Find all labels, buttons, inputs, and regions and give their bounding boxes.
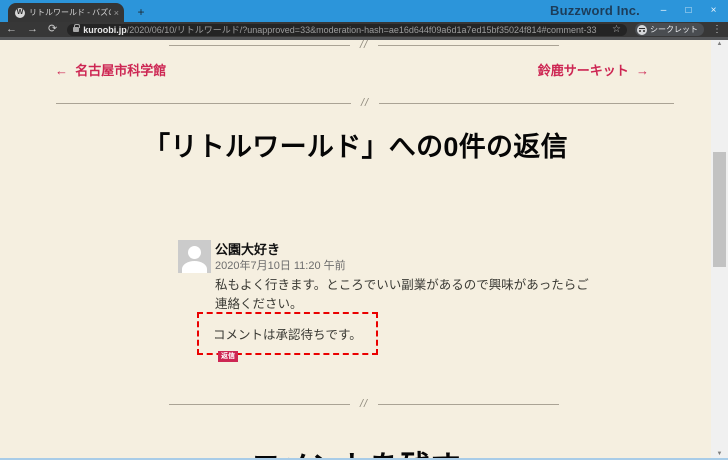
incognito-icon [637, 24, 647, 35]
next-post-link[interactable]: 鈴鹿サーキット → [538, 60, 649, 79]
scroll-up-icon[interactable]: ▲ [711, 40, 728, 48]
page-scrollbar[interactable]: ▲ ▼ [711, 40, 728, 460]
section-separator-top: // [169, 40, 559, 52]
browser-toolbar: ← → ⟳ kuroobi.jp/2020/06/10/リトルワールド/?una… [0, 22, 728, 37]
url-bar[interactable]: kuroobi.jp/2020/06/10/リトルワールド/?unapprove… [67, 23, 627, 36]
comment-author: 公園大好き [215, 242, 281, 257]
tab-close-icon[interactable]: × [114, 8, 119, 18]
url-path: /2020/06/10/リトルワールド/?unapproved=33&moder… [126, 25, 597, 35]
avatar-silhouette-icon [188, 246, 201, 259]
section-separator-nav: // [56, 96, 674, 110]
comment-date[interactable]: 2020年7月10日 11:20 午前 [215, 257, 346, 273]
comment-moderation-notice: コメントは承認待ちです。 [197, 312, 378, 355]
prev-post-link[interactable]: ← 名古屋市科学館 [55, 60, 166, 79]
incognito-label: シークレット [650, 25, 698, 34]
browser-window: W リトルワールド - バズのお出かけブログ × + Buzzword Inc.… [0, 0, 728, 460]
window-controls: – □ × [651, 0, 726, 22]
scrollbar-thumb[interactable] [713, 152, 726, 267]
scroll-down-icon[interactable]: ▼ [711, 450, 728, 458]
next-post-label: 鈴鹿サーキット [537, 63, 629, 78]
comments-heading-wrap: 「リトルワールド」への0件の返信 [0, 132, 711, 164]
new-tab-button[interactable]: + [134, 5, 148, 19]
close-button[interactable]: × [701, 0, 726, 22]
padlock-icon [73, 24, 81, 32]
browser-tab[interactable]: W リトルワールド - バズのお出かけブログ × [8, 3, 124, 22]
url-text: kuroobi.jp/2020/06/10/リトルワールド/?unapprove… [83, 23, 608, 36]
back-icon[interactable]: ← [6, 24, 17, 35]
url-domain: kuroobi.jp [83, 25, 127, 35]
comments-heading: 「リトルワールド」への0件の返信 [143, 132, 568, 162]
page-content: // ← 名古屋市科学館 鈴鹿サーキット → // 「リトルワールド」への0件の… [0, 40, 728, 460]
right-arrow-icon: → [636, 63, 649, 78]
left-arrow-icon: ← [55, 63, 68, 78]
minimize-button[interactable]: – [651, 0, 676, 22]
browser-menu-icon[interactable]: ⋮ [712, 24, 722, 35]
bookmark-star-icon[interactable]: ☆ [612, 24, 621, 35]
comment-body: 私もよく行きます。ところでいい副業があるので興味があったらご連絡ください。 [215, 278, 589, 311]
separator-slashes: // [360, 97, 370, 109]
wordpress-favicon-icon: W [15, 7, 25, 18]
incognito-chip: シークレット [635, 23, 704, 36]
reload-icon[interactable]: ⟳ [48, 24, 57, 35]
commenter-avatar [178, 240, 211, 273]
window-titlebar: W リトルワールド - バズのお出かけブログ × + Buzzword Inc.… [0, 0, 728, 22]
reply-button[interactable]: 返信 [218, 351, 238, 362]
separator-slashes: // [359, 40, 369, 51]
separator-slashes: // [359, 398, 369, 410]
maximize-button[interactable]: □ [676, 0, 701, 22]
tab-title: リトルワールド - バズのお出かけブログ [29, 8, 111, 17]
prev-post-label: 名古屋市科学館 [75, 63, 167, 78]
post-navigation: ← 名古屋市科学館 鈴鹿サーキット → [0, 60, 711, 79]
window-title: Buzzword Inc. [550, 3, 640, 18]
section-separator-bottom: // [169, 397, 559, 411]
forward-icon[interactable]: → [27, 24, 38, 35]
